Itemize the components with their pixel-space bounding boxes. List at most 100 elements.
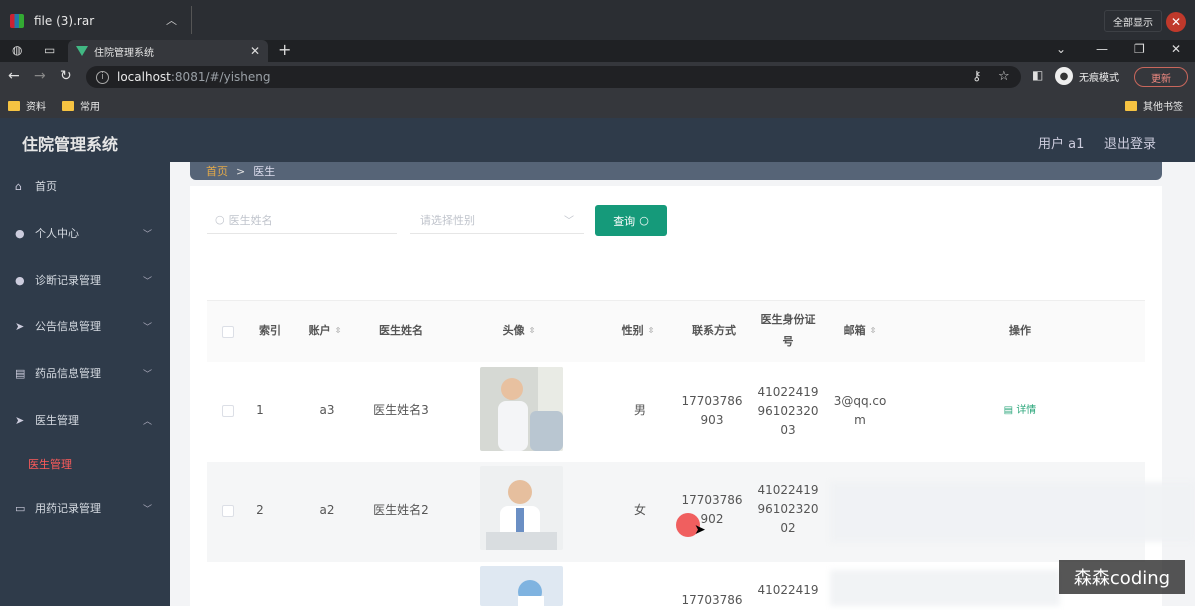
column-header-actions: 操作 [1009, 324, 1031, 337]
key-icon[interactable]: ⚷ [972, 69, 982, 84]
gender-select[interactable]: 请选择性别 ﹀ [410, 206, 584, 234]
row-id-number: 41022419 96102320 03 [757, 385, 819, 437]
row-phone: 17703786 [681, 592, 743, 607]
query-label: 查询 [613, 214, 636, 228]
row-account: a2 [319, 502, 335, 517]
doctor-name-search-input[interactable]: ○ 医生姓名 [207, 206, 397, 234]
send-icon: ➤ [15, 413, 25, 427]
url-path: :8081/#/yisheng [170, 70, 271, 84]
sidebar-item-medicine[interactable]: ▤ 药品信息管理 ﹀ [0, 358, 170, 388]
sidebar-item-notice[interactable]: ➤ 公告信息管理 ﹀ [0, 311, 170, 341]
row-account: a3 [319, 402, 335, 417]
reload-icon[interactable]: ↻ [60, 68, 72, 84]
globe-icon[interactable]: ◍ [12, 43, 22, 57]
query-button[interactable]: 查询 ○ [595, 205, 667, 236]
blurred-region [830, 482, 1195, 542]
sidebar-item-medication[interactable]: ▭ 用药记录管理 ﹀ [0, 493, 170, 523]
divider [191, 6, 192, 34]
row-name: 医生姓名2 [373, 502, 429, 517]
column-header-avatar[interactable]: 头像 ⇳ [474, 300, 564, 362]
sort-icon: ⇳ [869, 326, 877, 335]
bookmark-folder[interactable]: 资料 [8, 98, 46, 113]
column-header-phone[interactable]: 联系方式 [684, 300, 744, 362]
side-panel-icon[interactable]: ◧ [1032, 68, 1043, 82]
folder-icon [8, 100, 20, 111]
archive-icon [10, 14, 24, 28]
current-user: 用户 a1 [1038, 137, 1085, 152]
download-item[interactable]: file (3).rar [10, 8, 94, 34]
chat-icon: ▭ [15, 501, 26, 515]
browser-tab[interactable]: 住院管理系统 ✕ [68, 40, 268, 62]
column-header-index: 索引 [259, 324, 281, 337]
bookmarks-bar: 资料 常用 其他书签 [0, 92, 1195, 118]
url-host: localhost [117, 70, 171, 84]
search-icon: ○ [215, 213, 225, 226]
row-id-number: 41022419 [757, 582, 819, 597]
bookmark-label: 资料 [26, 102, 46, 113]
update-button[interactable]: 更新 [1134, 67, 1188, 87]
sort-icon: ⇳ [647, 326, 655, 335]
download-bar: file (3).rar ︿ 全部显示 ✕ [0, 0, 1195, 40]
sort-icon: ⇳ [334, 326, 342, 335]
user-icon: ● [15, 273, 25, 287]
close-tab-icon[interactable]: ✕ [250, 44, 260, 58]
bookmark-folder[interactable]: 常用 [62, 98, 100, 113]
sidebar-item-label: 个人中心 [35, 227, 79, 240]
logout-button[interactable]: 退出登录 [1104, 133, 1156, 152]
window-close-icon[interactable]: ✕ [1171, 42, 1181, 56]
forward-icon[interactable]: → [34, 68, 46, 84]
column-header-name[interactable]: 医生姓名 [366, 300, 436, 362]
sidebar-item-diagnosis[interactable]: ● 诊断记录管理 ﹀ [0, 265, 170, 295]
restore-icon[interactable]: ❐ [1134, 42, 1145, 56]
show-all-downloads-button[interactable]: 全部显示 [1104, 10, 1162, 32]
chevron-down-icon: ﹀ [142, 322, 152, 333]
breadcrumb-home[interactable]: 首页 [206, 163, 228, 179]
chevron-down-icon: ﹀ [142, 369, 152, 380]
incognito-icon: ● [1055, 67, 1073, 85]
app-header: 住院管理系统 用户 a1 退出登录 [0, 118, 1195, 162]
close-icon[interactable]: ✕ [1166, 12, 1186, 32]
sidebar-item-label: 医生管理 [35, 414, 79, 427]
chevron-down-icon: ﹀ [564, 216, 574, 227]
column-header-email[interactable]: 邮箱 ⇳ [830, 300, 890, 362]
url-field[interactable]: i localhost :8081/#/yisheng ⚷ ☆ [86, 66, 1021, 88]
other-bookmarks[interactable]: 其他书签 [1125, 98, 1183, 113]
select-placeholder: 请选择性别 [420, 213, 475, 227]
row-name: 医生姓名3 [373, 402, 429, 417]
sidebar-item-home[interactable]: ⌂ 首页 [0, 171, 170, 201]
breadcrumb-separator: > [236, 164, 246, 178]
select-all-checkbox[interactable] [222, 326, 234, 338]
new-tab-icon[interactable]: + [278, 40, 291, 60]
back-icon[interactable]: ← [8, 68, 20, 84]
info-icon[interactable]: i [96, 70, 109, 84]
minimize-icon[interactable]: — [1096, 42, 1108, 56]
star-icon[interactable]: ☆ [998, 69, 1010, 84]
app-title: 住院管理系统 [22, 135, 119, 154]
sidebar-item-doctor[interactable]: ➤ 医生管理 ︿ [0, 405, 170, 435]
watermark: 森森coding [1059, 560, 1185, 594]
row-checkbox[interactable] [222, 405, 234, 417]
row-gender: 女 [633, 502, 646, 517]
row-detail-button[interactable]: ▤ 详情 [998, 400, 1042, 420]
sidebar-item-label: 诊断记录管理 [35, 274, 101, 287]
doctor-avatar [480, 566, 563, 606]
column-header-gender[interactable]: 性别 ⇳ [606, 300, 670, 362]
chevron-down-icon: ﹀ [142, 276, 152, 287]
sidebar-item-profile[interactable]: ● 个人中心 ﹀ [0, 218, 170, 248]
window-icon[interactable]: ▭ [44, 43, 55, 57]
bookmark-label: 常用 [80, 102, 100, 113]
sort-icon: ⇳ [528, 326, 536, 335]
incognito-indicator[interactable]: ● 无痕模式 [1055, 67, 1119, 85]
column-header-account[interactable]: 账户 ⇳ [294, 300, 356, 362]
sidebar-subitem-doctor[interactable]: 医生管理 [28, 456, 72, 472]
search-placeholder: 医生姓名 [228, 213, 273, 227]
column-header-id-number[interactable]: 医生身份证号 [756, 300, 820, 362]
tab-search-icon[interactable]: ⌄ [1056, 42, 1066, 56]
blurred-region [830, 570, 1060, 606]
address-bar: ← → ↻ i localhost :8081/#/yisheng ⚷ ☆ ◧ … [0, 62, 1195, 92]
chevron-up-icon[interactable]: ︿ [166, 12, 177, 28]
vue-logo-icon [76, 46, 88, 56]
row-checkbox[interactable] [222, 505, 234, 517]
mouse-cursor-icon: ➤ [694, 522, 706, 538]
home-icon: ⌂ [15, 179, 22, 193]
